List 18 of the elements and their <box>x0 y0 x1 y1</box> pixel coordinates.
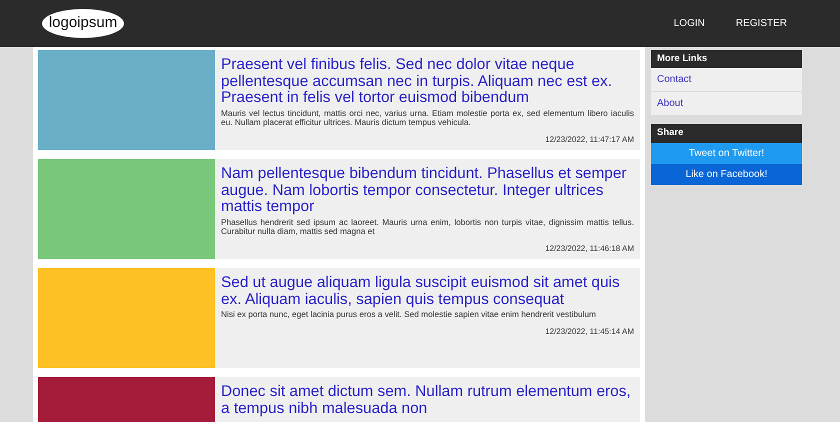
share-button[interactable]: Like on Facebook! <box>651 164 802 184</box>
sidebar-link[interactable]: About <box>651 92 802 116</box>
post-excerpt: Mauris vel lectus tincidunt, mattis orci nec, varius urna. Etiam molestie porta ex, sed elementum libero iaculis eu. Nullam placerat efficitur ultrices. Mauris dictum tempus vehicula. <box>221 108 634 128</box>
post-excerpt: Phasellus hendrerit sed ipsum ac laoreet. Mauris urna enim, lobortis non turpis vitae, dignissim mattis tellus. Curabitur nulla diam, mattis sed magna et <box>221 218 634 236</box>
section-heading: Share <box>651 124 802 142</box>
post-title[interactable]: Sed ut augue aliquam ligula suscipit euismod sit amet quis ex. Aliquam iaculis, sapien quis tempus consequat <box>221 275 634 308</box>
post-title[interactable]: Praesent vel finibus felis. Sed nec dolor vitae neque pellentesque accumsan nec in turpis. Aliquam nec est ex. Praesent in felis vel tortor euismod bibendum <box>221 57 634 106</box>
post-date: 12/23/2022, 11:45:14 AM <box>544 326 634 338</box>
section-heading: More Links <box>651 50 802 68</box>
post-date: 12/23/2022, 11:46:18 AM <box>544 242 634 254</box>
post-title[interactable]: Nam pellentesque bibendum tincidunt. Phasellus et semper augue. Nam lobortis tempor consectetur. Integer ultrices mattis tempor <box>221 166 634 216</box>
nav-link[interactable]: LOGIN <box>674 16 705 31</box>
post-title[interactable]: Donec sit amet dictum sem. Nullam rutrum elementum eros, a tempus nibh malesuada non <box>221 384 634 417</box>
logo[interactable]: logoipsum <box>42 9 124 38</box>
post-excerpt: Nisi ex porta nunc, eget lacinia purus eros a velit. Sed molestie sapien vitae enim hendrerit vestibulum <box>221 310 597 320</box>
nav-link[interactable]: REGISTER <box>736 16 787 31</box>
sidebar-link[interactable]: Contact <box>651 68 802 92</box>
post-date: 12/23/2022, 11:47:17 AM <box>544 134 634 146</box>
